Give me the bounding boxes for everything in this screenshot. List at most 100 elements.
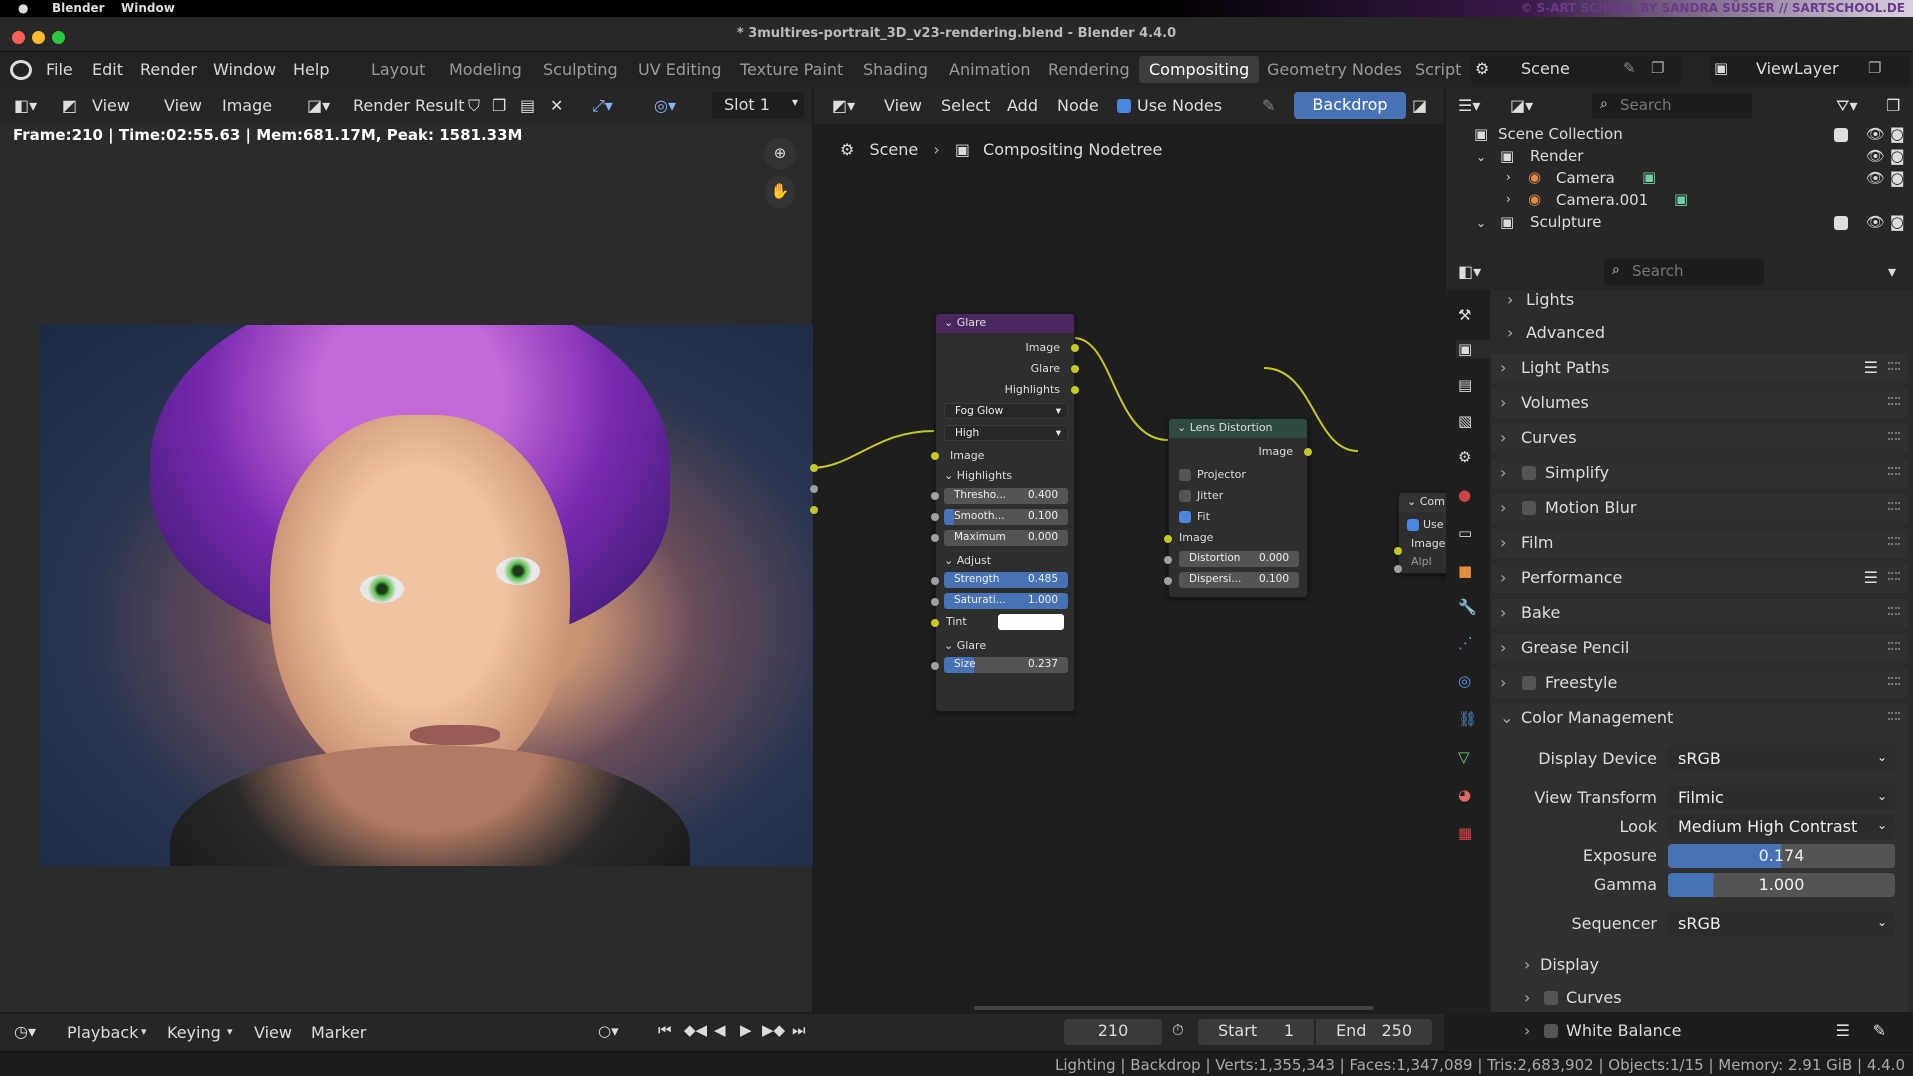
scene-collection-label[interactable]: Scene Collection: [1498, 125, 1623, 143]
outliner-item-camera-001[interactable]: Camera.001: [1556, 191, 1648, 209]
lens-distortion-node[interactable]: ⌄ Lens Distortion Image Projector Jitter…: [1164, 418, 1312, 598]
glare-glare-section[interactable]: ⌄ Glare: [944, 639, 986, 652]
play-icon[interactable]: ▶: [740, 1021, 752, 1039]
glare-highlights-section[interactable]: ⌄ Highlights: [944, 469, 1012, 482]
camera-data-icon[interactable]: ▣: [1642, 168, 1656, 186]
dispersion-socket[interactable]: [1164, 577, 1172, 585]
zoom-icon[interactable]: ⊕: [764, 138, 796, 170]
auto-keying-icon[interactable]: ○▾: [598, 1022, 619, 1040]
panel-freestyle[interactable]: › Freestyle: [1492, 669, 1908, 698]
stopwatch-icon[interactable]: ⏱: [1172, 1021, 1184, 1039]
sculpture-exclude-checkbox[interactable]: [1834, 216, 1848, 230]
lens-collapse-icon[interactable]: ⌄: [1177, 421, 1186, 434]
new-scene-icon[interactable]: ❐: [1651, 59, 1664, 77]
camera-001-data-icon[interactable]: ▣: [1674, 190, 1688, 208]
glare-out-highlights-socket[interactable]: [1071, 386, 1079, 394]
expand-sculpture-icon[interactable]: ⌄: [1476, 216, 1486, 230]
gamma-slider[interactable]: 1.000: [1668, 873, 1895, 897]
freestyle-checkbox[interactable]: [1522, 676, 1536, 690]
distortion-socket[interactable]: [1164, 556, 1172, 564]
filter-icon[interactable]: ⛛▾: [1836, 96, 1857, 116]
tint-color-swatch[interactable]: [998, 614, 1064, 630]
slot-selector[interactable]: Slot 1 ▾: [712, 92, 804, 119]
scene-tab-icon[interactable]: ⚙: [1458, 448, 1471, 466]
overlay-icon[interactable]: ◎▾: [654, 96, 676, 115]
drag-handle-icon[interactable]: [1888, 362, 1900, 370]
particles-tab-icon[interactable]: ⋰: [1458, 634, 1473, 652]
image-browse-icon[interactable]: ◪▾: [307, 96, 330, 115]
keying-menu[interactable]: Keying: [167, 1023, 221, 1042]
tab-shading[interactable]: Shading: [863, 60, 928, 79]
panel-volumes[interactable]: › Volumes: [1492, 389, 1908, 418]
prev-keyframe-icon[interactable]: ◆◀: [684, 1021, 707, 1039]
output-tab-icon[interactable]: ▤: [1458, 376, 1472, 394]
expand-camera-icon[interactable]: ›: [1506, 170, 1511, 184]
jitter-checkbox[interactable]: [1179, 490, 1191, 502]
drag-handle-icon[interactable]: [1888, 432, 1900, 440]
panel-lights[interactable]: › Lights: [1505, 286, 1905, 315]
glare-node-header[interactable]: ⌄ Glare: [936, 314, 1074, 333]
strength-field[interactable]: Strength 0.485: [944, 572, 1068, 588]
object-tab-icon[interactable]: ■: [1458, 562, 1472, 580]
tab-uv-editing[interactable]: UV Editing: [638, 60, 721, 79]
presets-list-icon[interactable]: ☰: [1836, 1021, 1850, 1040]
modifier-tab-icon[interactable]: 🔧: [1458, 598, 1477, 616]
pin-icon[interactable]: ✎: [1623, 59, 1636, 77]
gizmo-icon[interactable]: ⤢▾: [592, 96, 613, 116]
composite-collapse-icon[interactable]: ⌄: [1407, 495, 1416, 508]
lens-node-header[interactable]: ⌄ Lens Distortion: [1169, 419, 1307, 438]
input-socket-3[interactable]: [810, 506, 818, 514]
drag-handle-icon[interactable]: [1888, 572, 1900, 580]
tool-tab-icon[interactable]: ⚒: [1458, 306, 1471, 324]
dispersion-field[interactable]: Dispersi... 0.100: [1179, 572, 1299, 588]
timeline-editor-type-icon[interactable]: ◷▾: [14, 1022, 36, 1041]
start-frame-field[interactable]: Start 1: [1198, 1019, 1314, 1045]
properties-type-icon[interactable]: ◧▾: [1458, 262, 1481, 281]
glare-adjust-section[interactable]: ⌄ Adjust: [944, 554, 991, 567]
expand-camera001-icon[interactable]: ›: [1506, 192, 1511, 206]
saturation-field[interactable]: Saturati... 1.000: [944, 593, 1068, 609]
outliner-item-camera[interactable]: Camera: [1556, 169, 1615, 187]
jump-start-icon[interactable]: ⏮: [658, 1021, 672, 1039]
camera-render-icon[interactable]: ◙: [1890, 147, 1905, 165]
menu-file[interactable]: File: [46, 60, 73, 79]
input-socket-2[interactable]: [810, 485, 818, 493]
menu-help[interactable]: Help: [293, 60, 329, 79]
drag-handle-icon[interactable]: [1888, 607, 1900, 615]
size-socket[interactable]: [931, 662, 939, 670]
tab-layout[interactable]: Layout: [371, 60, 425, 79]
panel-motion-blur[interactable]: › Motion Blur: [1492, 494, 1908, 523]
menu-window[interactable]: Window: [213, 60, 276, 79]
tab-script[interactable]: Script: [1415, 60, 1461, 79]
pan-hand-icon[interactable]: ✋: [764, 176, 796, 208]
motion-blur-checkbox[interactable]: [1522, 501, 1536, 515]
view-transform-dropdown[interactable]: Filmic ⌄: [1668, 786, 1895, 810]
new-image-icon[interactable]: ❐: [492, 96, 506, 115]
composite-use-checkbox[interactable]: [1407, 519, 1419, 531]
playback-menu[interactable]: Playback: [67, 1023, 138, 1042]
tab-modeling[interactable]: Modeling: [449, 60, 522, 79]
composite-in-alpha-socket[interactable]: [1394, 565, 1402, 573]
tab-geometry-nodes[interactable]: Geometry Nodes: [1267, 60, 1402, 79]
input-socket-1[interactable]: [810, 464, 818, 472]
drag-handle-icon[interactable]: [1888, 502, 1900, 510]
material-tab-icon[interactable]: ◕: [1458, 786, 1471, 804]
data-tab-icon[interactable]: ▽: [1458, 748, 1470, 766]
panel-film[interactable]: › Film: [1492, 529, 1908, 558]
curves-checkbox[interactable]: [1544, 991, 1558, 1005]
texture-tab-icon[interactable]: ▦: [1458, 824, 1472, 842]
outliner-item-render[interactable]: Render: [1530, 147, 1583, 165]
presets-list-icon[interactable]: ☰: [1864, 358, 1878, 377]
image-mode-icon[interactable]: ◩: [62, 96, 77, 115]
apple-icon[interactable]: ●: [18, 1, 28, 15]
timeline-view-menu[interactable]: View: [254, 1023, 292, 1042]
tab-animation[interactable]: Animation: [949, 60, 1031, 79]
projector-checkbox[interactable]: [1179, 469, 1191, 481]
constraints-tab-icon[interactable]: ⛓: [1458, 710, 1477, 728]
node-editor-scrollbar[interactable]: [974, 1006, 1374, 1010]
image-menu[interactable]: Image: [222, 96, 272, 115]
view-layer-tab-icon[interactable]: ▧: [1458, 412, 1472, 430]
white-balance-checkbox[interactable]: [1544, 1024, 1558, 1038]
world-tab-icon[interactable]: ●: [1458, 486, 1471, 504]
tab-texture-paint[interactable]: Texture Paint: [740, 60, 843, 79]
